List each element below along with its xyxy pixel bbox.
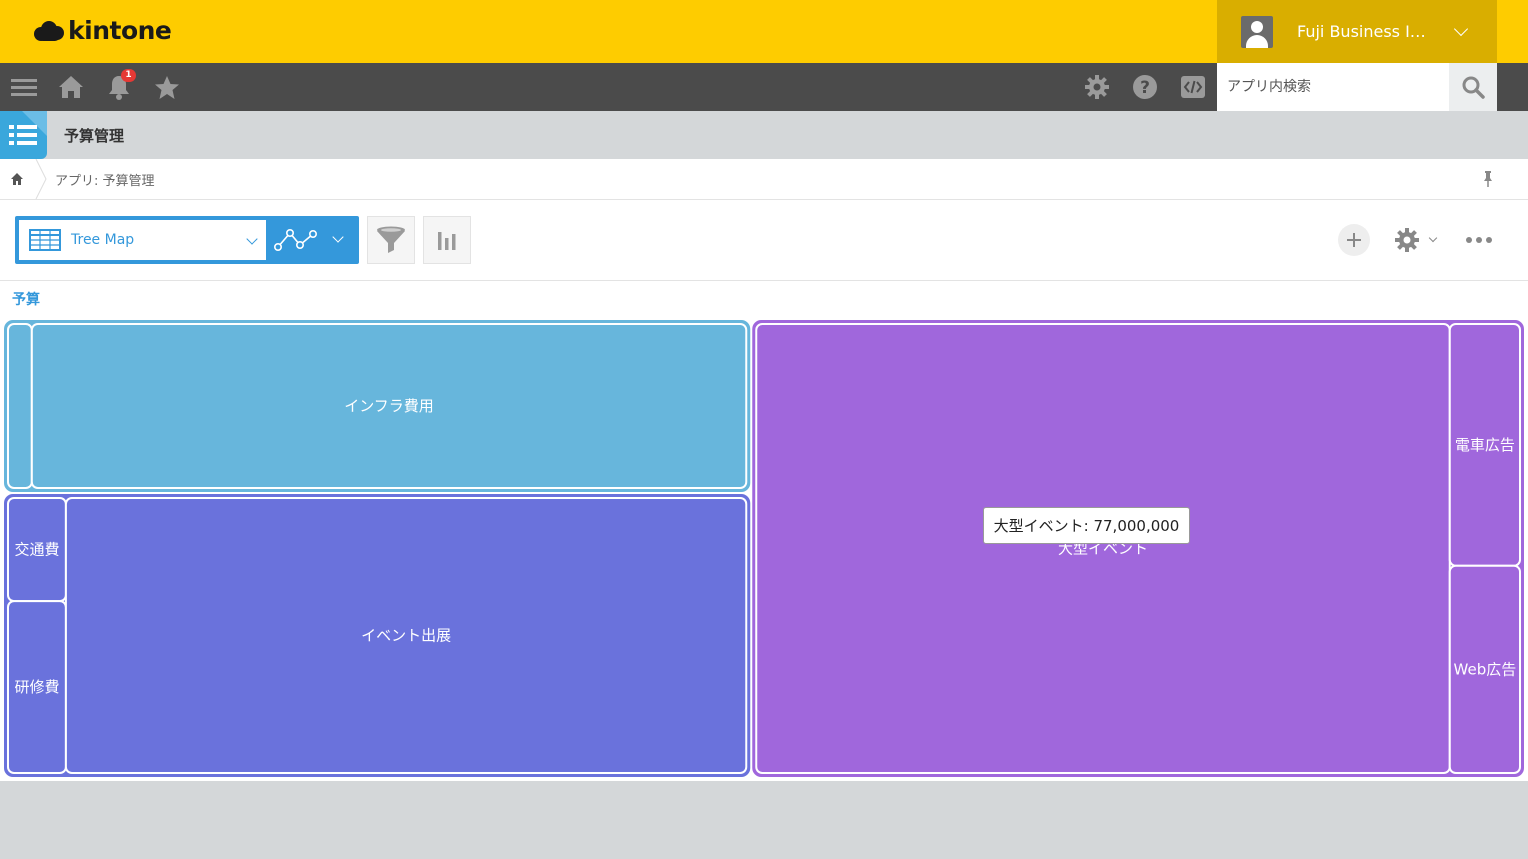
search-input[interactable]	[1217, 63, 1449, 111]
search-icon	[1462, 76, 1485, 99]
app-list-icon[interactable]	[0, 111, 47, 159]
cloud-icon	[34, 20, 64, 42]
plus-icon	[1347, 233, 1361, 247]
app-search	[1217, 63, 1497, 111]
app-settings-button[interactable]	[1394, 226, 1442, 254]
view-dropdown[interactable]: Tree Map	[19, 220, 266, 260]
view-name: Tree Map	[71, 232, 135, 248]
brand-name: kintone	[68, 16, 172, 45]
add-record-button[interactable]	[1338, 224, 1370, 256]
kintone-logo[interactable]: kintone	[34, 16, 172, 45]
view-selector: Tree Map	[15, 216, 359, 264]
more-dot	[1486, 237, 1492, 243]
notification-badge: 1	[121, 69, 136, 82]
chevron-down-icon	[332, 231, 344, 243]
app-title-bar: 予算管理	[0, 111, 1528, 159]
user-menu[interactable]: Fuji Business I…	[1217, 0, 1497, 63]
code-icon[interactable]	[1169, 63, 1217, 111]
breadcrumb-separator	[35, 159, 47, 199]
filter-icon	[377, 226, 405, 253]
more-options-button[interactable]	[1466, 230, 1496, 250]
graph-button[interactable]	[423, 216, 471, 264]
treemap-label: Web広告	[1454, 660, 1517, 678]
breadcrumb-app-link[interactable]: アプリ: 予算管理	[55, 170, 155, 189]
line-graph-icon	[274, 229, 317, 251]
treemap-label: 研修費	[14, 678, 59, 696]
user-name: Fuji Business I…	[1297, 22, 1426, 41]
treemap-label: 交通費	[14, 541, 59, 559]
menu-icon[interactable]	[0, 63, 48, 111]
home-icon[interactable]	[0, 159, 34, 199]
help-icon[interactable]: ?	[1121, 63, 1169, 111]
gear-icon[interactable]	[1073, 63, 1121, 111]
chart-area: 予算 インフラ費用 交通費 研修費 イベント出展 大型イベント 電車広告 Web広告 大型イ…	[0, 281, 1528, 781]
treemap-label: 電車広告	[1455, 436, 1515, 454]
top-header: kintone Fuji Business I…	[0, 0, 1528, 63]
chevron-down-icon	[246, 233, 258, 245]
table-icon	[29, 229, 61, 251]
search-button[interactable]	[1449, 63, 1497, 111]
treemap-chart: インフラ費用交通費研修費イベント出展大型イベント電車広告Web広告	[4, 320, 1524, 777]
treemap-label: インフラ費用	[344, 397, 434, 415]
avatar	[1241, 15, 1273, 48]
breadcrumb: アプリ: 予算管理	[0, 159, 1528, 200]
chevron-down-icon	[1428, 233, 1438, 243]
bar-chart-icon	[438, 232, 456, 250]
svg-text:?: ?	[1140, 78, 1150, 98]
more-dot	[1466, 237, 1472, 243]
gear-icon	[1395, 228, 1419, 252]
chart-tooltip: 大型イベント: 77,000,000	[983, 507, 1190, 544]
home-icon[interactable]	[47, 63, 95, 111]
more-dot	[1476, 237, 1482, 243]
view-toolbar: Tree Map	[0, 200, 1528, 281]
star-icon[interactable]	[143, 63, 191, 111]
graph-dropdown[interactable]	[266, 216, 359, 264]
pin-icon[interactable]	[1478, 169, 1498, 193]
app-title: 予算管理	[64, 127, 125, 145]
chevron-down-icon	[1453, 21, 1469, 36]
treemap-cell[interactable]	[7, 323, 33, 490]
treemap-label: イベント出展	[361, 627, 451, 645]
filter-button[interactable]	[367, 216, 415, 264]
bell-icon[interactable]: 1	[95, 63, 143, 111]
